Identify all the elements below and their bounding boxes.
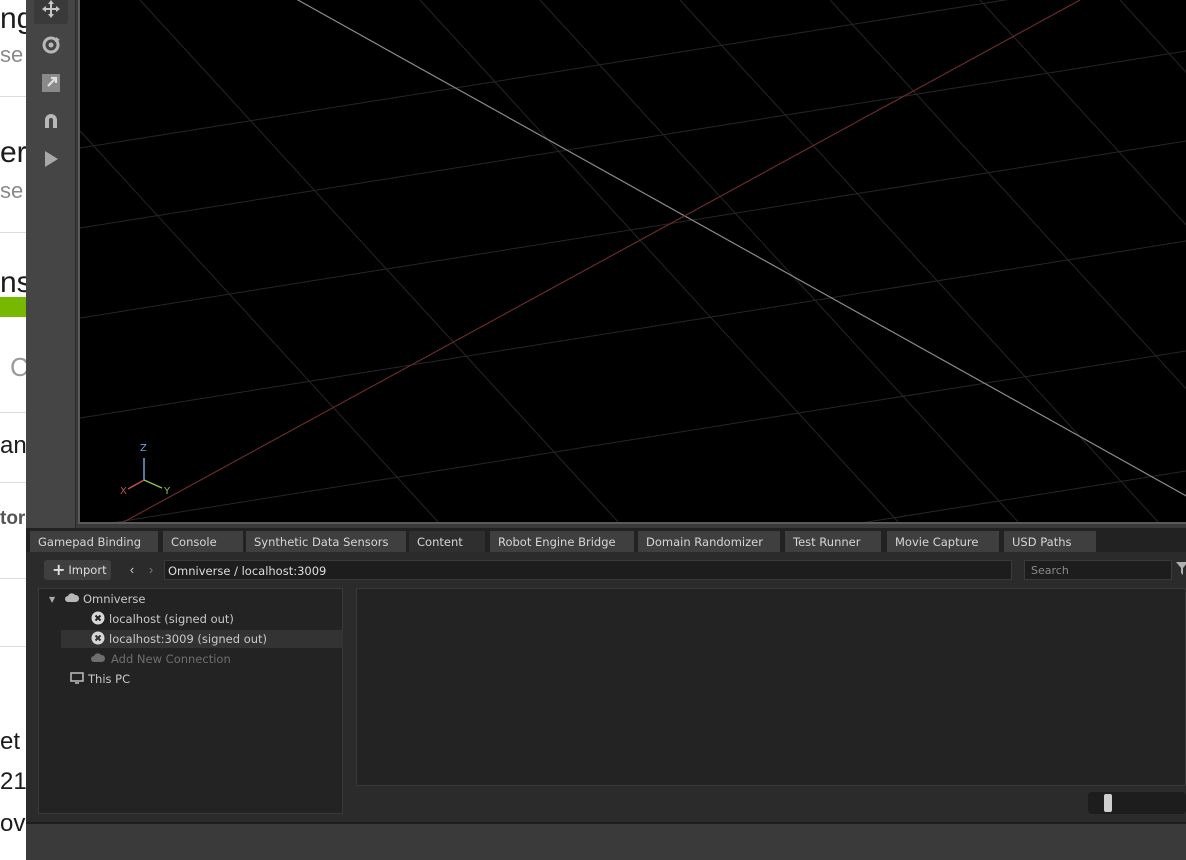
- bg-text-fragment: se: [0, 178, 24, 203]
- 3d-viewport[interactable]: Z X Y: [78, 0, 1186, 524]
- play-button[interactable]: [34, 144, 68, 174]
- forward-arrow-icon[interactable]: ›: [145, 562, 157, 578]
- viewport-grid: [80, 0, 1186, 522]
- bg-text-fragment: 21: [0, 768, 27, 795]
- move-tool-button[interactable]: [34, 0, 68, 24]
- status-bar: [26, 822, 1186, 860]
- tab-usd-paths[interactable]: USD Paths: [1004, 531, 1096, 552]
- slider-thumb[interactable]: [1104, 794, 1112, 812]
- tree-label-omniverse: Omniverse: [83, 592, 146, 606]
- play-icon: [40, 148, 62, 170]
- expand-arrow-icon[interactable]: ▼: [49, 595, 61, 604]
- import-button[interactable]: + Import: [44, 560, 111, 580]
- screen: ng se err se ns C an tor et 21 ovi: [0, 0, 1186, 860]
- viewport-tool-strip: [26, 0, 76, 528]
- axis-label-x: X: [120, 486, 127, 497]
- signed-out-icon: [91, 611, 105, 628]
- tree-label-localhost-3009: localhost:3009 (signed out): [109, 632, 268, 646]
- tab-robot-engine-bridge[interactable]: Robot Engine Bridge: [490, 531, 634, 552]
- tab-domain-randomizer[interactable]: Domain Randomizer: [638, 531, 780, 552]
- tree-item-add-connection[interactable]: Add New Connection: [91, 650, 231, 668]
- tree-item-this-pc[interactable]: This PC: [70, 670, 130, 688]
- import-label: Import: [68, 563, 107, 577]
- panel-tab-bar: Gamepad Binding Console Synthetic Data S…: [26, 528, 1186, 552]
- tree-item-localhost-3009[interactable]: localhost:3009 (signed out): [61, 630, 343, 648]
- snap-magnet-icon: [40, 110, 62, 132]
- tree-label-add-connection: Add New Connection: [111, 652, 231, 666]
- tab-test-runner[interactable]: Test Runner: [785, 531, 881, 552]
- tree-label-this-pc: This PC: [88, 672, 131, 686]
- scale-icon: [40, 72, 62, 94]
- axis-label-y: Y: [164, 486, 171, 497]
- path-field[interactable]: Omniverse / localhost:3009: [164, 560, 1012, 580]
- tab-gamepad-binding[interactable]: Gamepad Binding: [30, 531, 158, 552]
- move-icon: [40, 0, 62, 20]
- tree-item-omniverse[interactable]: ▼ Omniverse: [49, 590, 145, 608]
- connection-tree: ▼ Omniverse localhost (signed out) local…: [38, 588, 343, 814]
- add-cloud-icon: [91, 652, 107, 666]
- tab-synthetic-data-sensors[interactable]: Synthetic Data Sensors: [246, 531, 406, 552]
- content-panel: Gamepad Binding Console Synthetic Data S…: [26, 528, 1186, 860]
- signed-out-icon: [91, 631, 105, 648]
- monitor-icon: [70, 671, 84, 687]
- bg-text-fragment: et: [0, 728, 21, 755]
- tree-label-localhost: localhost (signed out): [109, 612, 234, 626]
- filter-icon[interactable]: [1176, 562, 1186, 576]
- rotate-tool-button[interactable]: [34, 30, 68, 60]
- back-arrow-icon[interactable]: ‹: [126, 562, 138, 578]
- snap-button[interactable]: [34, 106, 68, 136]
- axis-gizmo: Z X Y: [120, 440, 190, 510]
- tree-item-localhost[interactable]: localhost (signed out): [91, 610, 234, 628]
- plus-icon: +: [52, 560, 66, 579]
- cloud-icon: [65, 592, 80, 606]
- search-input[interactable]: Search: [1024, 560, 1172, 580]
- bg-text-fragment: se: [0, 42, 24, 67]
- isaac-sim-window: Z X Y Gamepad Binding Console Synthetic …: [26, 0, 1186, 860]
- rotate-icon: [40, 34, 62, 56]
- thumbnail-size-slider[interactable]: [1088, 792, 1186, 814]
- tab-movie-capture[interactable]: Movie Capture: [887, 531, 999, 552]
- bg-text-fragment: tor: [0, 508, 26, 529]
- scale-tool-button[interactable]: [34, 68, 68, 98]
- axis-label-z: Z: [140, 443, 147, 454]
- file-grid-pane[interactable]: [356, 588, 1186, 786]
- bg-text-fragment: an: [0, 432, 27, 459]
- content-toolbar: + Import ‹ › Omniverse / localhost:3009 …: [26, 552, 1186, 588]
- tab-console[interactable]: Console: [163, 531, 243, 552]
- tab-content[interactable]: Content: [409, 531, 485, 552]
